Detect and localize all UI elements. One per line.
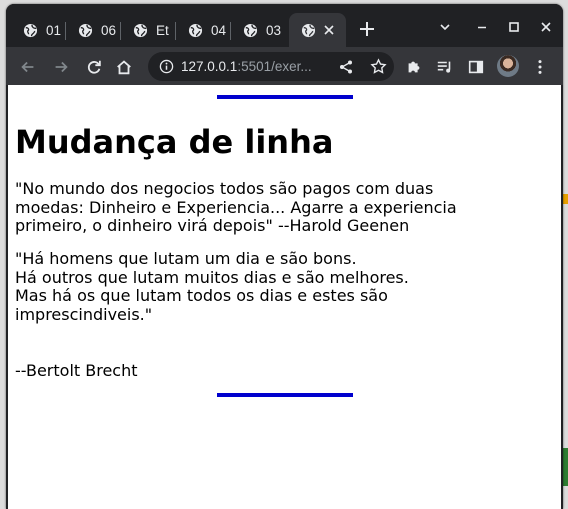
globe-icon — [23, 23, 38, 37]
address-bar[interactable]: 127.0.0.1:5501/exer... — [148, 52, 394, 81]
quote-harold-geenen: "No mundo dos negocios todos são pagos c… — [15, 179, 457, 236]
tab-06[interactable]: 06 — [66, 13, 121, 47]
tab-01[interactable]: 01 — [11, 13, 66, 47]
reload-button[interactable] — [84, 57, 104, 77]
info-icon[interactable] — [159, 59, 174, 74]
minimize-icon — [478, 26, 486, 29]
quote-line: moedas: Dinheiro e Experiencia... Agarre… — [15, 197, 457, 217]
new-tab-button[interactable] — [358, 20, 376, 38]
close-icon — [541, 22, 551, 32]
browser-window: 01 06 Et 04 03 127.0.0.1:5501/exer... Mu… — [6, 4, 563, 509]
tab-03[interactable]: 03 — [231, 13, 288, 47]
forward-button[interactable] — [51, 57, 71, 77]
horizontal-rule-top — [217, 95, 353, 99]
horizontal-rule-bottom — [217, 393, 353, 397]
close-window-button[interactable] — [535, 16, 557, 38]
quote-line: primeiro, o dinheiro virá depois" --Haro… — [15, 216, 410, 235]
arrow-left-icon — [21, 61, 34, 73]
chevron-down-icon — [440, 24, 450, 31]
minimize-button[interactable] — [471, 16, 493, 38]
kebab-menu-icon — [538, 60, 542, 74]
background-window-edge — [563, 448, 568, 486]
extensions-button[interactable] — [404, 57, 424, 77]
background-window-edge — [563, 194, 568, 204]
back-button[interactable] — [18, 57, 38, 77]
tab-04[interactable]: 04 — [176, 13, 231, 47]
globe-icon — [78, 23, 93, 37]
browser-toolbar: 127.0.0.1:5501/exer... — [6, 47, 563, 85]
quote-line: "Há homens que lutam um dia e são bons. — [15, 249, 357, 268]
url-path: :5501/exer... — [237, 59, 312, 74]
side-panel-button[interactable] — [466, 57, 486, 77]
arrow-right-icon — [55, 61, 68, 73]
globe-icon — [188, 23, 203, 37]
quote-line: "No mundo dos negocios todos são pagos c… — [15, 179, 434, 198]
maximize-icon — [509, 22, 519, 32]
page-heading: Mudança de linha — [15, 123, 334, 161]
tab-title: 01 — [46, 22, 62, 38]
music-queue-icon — [437, 61, 451, 73]
puzzle-icon — [408, 61, 420, 73]
quote-line: Mas há os que lutam todos os dias e este… — [15, 286, 388, 305]
tab-title: Et — [156, 22, 169, 38]
media-control-button[interactable] — [435, 57, 455, 77]
quote-author: --Bertolt Brecht — [15, 361, 138, 380]
quote-bertolt-brecht: "Há homens que lutam um dia e são bons. … — [15, 249, 409, 324]
plus-icon — [360, 22, 374, 36]
reload-icon — [87, 60, 101, 74]
tab-title: 03 — [266, 22, 282, 38]
profile-avatar[interactable] — [497, 55, 519, 77]
url-host: 127.0.0.1 — [181, 59, 238, 74]
globe-icon — [243, 23, 258, 37]
globe-icon — [301, 23, 316, 37]
tab-et[interactable]: Et — [121, 13, 176, 47]
tab-strip: 01 06 Et 04 03 — [6, 4, 563, 47]
menu-button[interactable] — [530, 57, 550, 77]
tab-search-button[interactable] — [434, 16, 456, 38]
close-tab-icon[interactable] — [322, 23, 336, 37]
tab-active[interactable] — [289, 13, 346, 47]
url-text[interactable]: 127.0.0.1:5501/exer... — [181, 59, 312, 74]
quote-line: Há outros que lutam muitos dias e são me… — [15, 267, 409, 287]
share-icon[interactable] — [338, 59, 354, 75]
star-icon[interactable] — [370, 58, 387, 75]
home-icon — [117, 60, 131, 75]
side-panel-icon — [468, 60, 484, 74]
tab-title: 04 — [211, 22, 227, 38]
tab-title: 06 — [101, 22, 117, 38]
globe-icon — [133, 23, 148, 37]
maximize-button[interactable] — [503, 16, 525, 38]
quote-line: imprescindiveis." — [15, 304, 153, 324]
home-button[interactable] — [114, 57, 134, 77]
page-viewport: Mudança de linha "No mundo dos negocios … — [8, 85, 561, 509]
